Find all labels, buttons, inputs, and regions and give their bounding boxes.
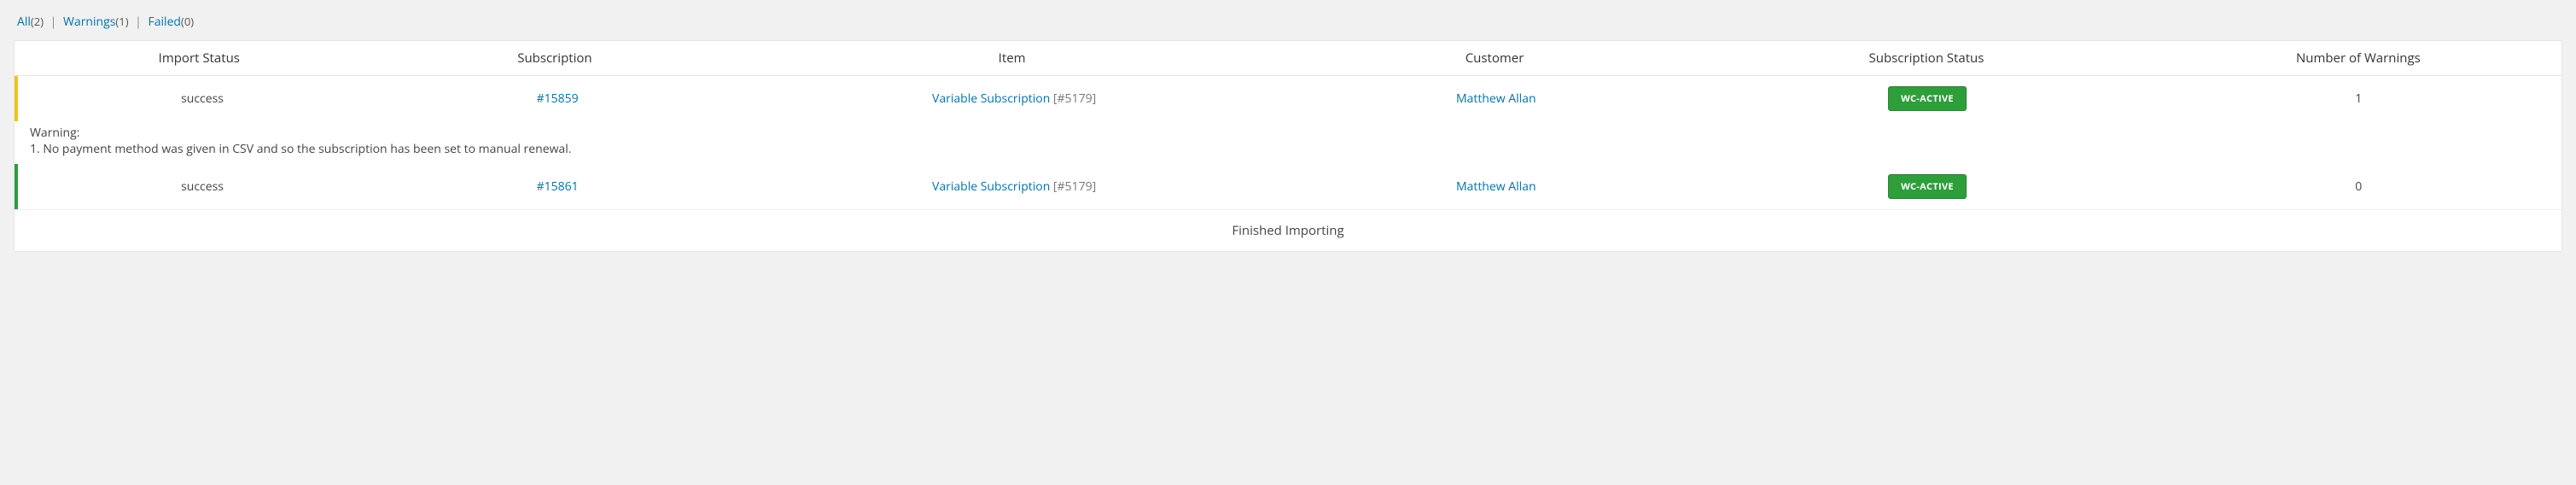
table-row: success #15861 Variable Subscription [#5… — [15, 164, 2561, 209]
subscription-link[interactable]: #15861 — [537, 178, 579, 195]
table-header-row: Import Status Subscription Item Customer… — [15, 41, 2561, 76]
table-row: success #15859 Variable Subscription [#5… — [15, 76, 2561, 121]
item-id: [#5179] — [1050, 91, 1096, 107]
filter-sep-1: | — [47, 14, 63, 30]
filter-warnings-count: (1) — [115, 14, 128, 29]
cell-warning-count: 1 — [2155, 91, 2561, 107]
filter-failed-link[interactable]: Failed — [149, 14, 182, 30]
footer-status: Finished Importing — [15, 209, 2561, 251]
filter-all-link[interactable]: All — [17, 14, 31, 30]
customer-link[interactable]: Matthew Allan — [1456, 91, 1536, 107]
col-header-warnings: Number of Warnings — [2155, 50, 2561, 67]
filter-warnings-link[interactable]: Warnings — [63, 14, 115, 30]
col-header-subscription: Subscription — [377, 50, 733, 67]
filter-failed-count: (0) — [181, 14, 194, 29]
col-header-customer: Customer — [1291, 50, 1698, 67]
status-badge: WC-ACTIVE — [1888, 86, 1967, 111]
customer-link[interactable]: Matthew Allan — [1456, 178, 1536, 195]
filter-bar: All(2) | Warnings(1) | Failed(0) — [17, 14, 2562, 30]
warning-details: Warning: 1. No payment method was given … — [15, 121, 2561, 164]
filter-sep-2: | — [131, 14, 148, 30]
status-badge: WC-ACTIVE — [1888, 174, 1967, 199]
item-id: [#5179] — [1050, 178, 1096, 195]
cell-warning-count: 0 — [2155, 178, 2561, 195]
cell-import-status: success — [25, 178, 380, 195]
col-header-item: Item — [732, 50, 1291, 67]
warning-title: Warning: — [30, 125, 2551, 141]
import-results-table: Import Status Subscription Item Customer… — [14, 40, 2562, 252]
item-link[interactable]: Variable Subscription — [932, 91, 1050, 107]
col-header-subscription-status: Subscription Status — [1698, 50, 2155, 67]
filter-all-count: (2) — [31, 14, 44, 29]
item-link[interactable]: Variable Subscription — [932, 178, 1050, 195]
cell-import-status: success — [25, 91, 380, 107]
col-header-import-status: Import Status — [21, 50, 377, 67]
warning-line: 1. No payment method was given in CSV an… — [30, 141, 2551, 157]
subscription-link[interactable]: #15859 — [537, 91, 579, 107]
